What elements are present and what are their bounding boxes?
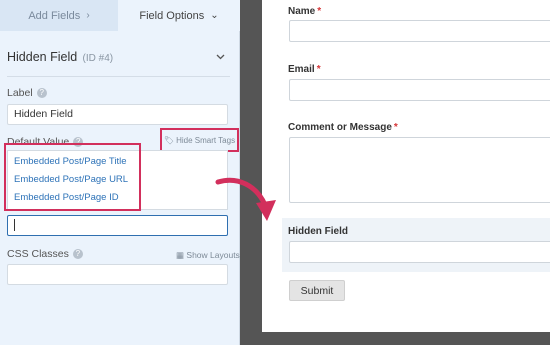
help-icon[interactable]: ? [36,88,47,99]
css-classes-text: CSS Classes [7,248,69,260]
name-label: Name [288,6,316,17]
preview-field-label: Hidden Field [288,226,348,237]
divider [7,76,230,77]
hidden-field-label: Hidden Field [288,226,348,237]
email-input[interactable] [289,79,550,101]
chevron-right-icon: › [86,10,90,21]
panel-tabs: Add Fields › Field Options ⌄ [0,0,240,31]
preview-field-label: Comment or Message * [288,122,398,133]
required-asterisk: * [316,64,321,75]
required-asterisk: * [317,6,322,17]
email-label: Email [288,64,315,75]
field-options-header[interactable]: Hidden Field (ID #4) [7,50,231,76]
label-field-label: Label? [7,87,47,99]
tab-add-fields[interactable]: Add Fields › [0,0,118,31]
show-layouts-link[interactable]: ▦ Show Layouts [176,250,240,261]
preview-field-label: Name * [288,6,321,17]
smart-tags-highlight [4,143,141,211]
label-input[interactable]: Hidden Field [7,104,228,125]
label-text: Label [7,87,33,99]
chevron-down-icon[interactable] [216,52,225,63]
grid-icon: ▦ [176,250,185,260]
tab-add-fields-label: Add Fields [28,9,81,22]
preview-field-label: Email * [288,64,321,75]
chevron-down-icon: ⌄ [210,10,219,21]
text-caret [14,219,15,232]
form-preview: Name * Email * Comment or Message * Hidden … [262,0,550,332]
tab-field-options[interactable]: Field Options ⌄ [118,0,240,31]
hide-smart-tags-label: Hide Smart Tags [176,135,236,145]
css-classes-input[interactable] [7,264,228,285]
tag-icon: 🏷 [163,135,175,145]
show-layouts-label: Show Layouts [186,250,240,260]
css-classes-label: CSS Classes? [7,248,83,260]
default-value-input[interactable] [7,215,228,236]
required-asterisk: * [393,122,398,133]
hidden-field-input[interactable] [289,241,550,263]
builder-panel: Add Fields › Field Options ⌄ Hidden Fiel… [0,0,240,345]
tab-field-options-label: Field Options [139,9,205,22]
comment-textarea[interactable] [289,137,550,203]
field-title: Hidden Field [7,50,78,64]
hide-smart-tags-link[interactable]: 🏷 Hide Smart Tags [160,128,239,152]
field-id: (ID #4) [82,53,114,64]
comment-label: Comment or Message [288,122,392,133]
help-icon[interactable]: ? [72,249,83,260]
submit-button[interactable]: Submit [289,280,345,301]
name-input[interactable] [289,20,550,42]
